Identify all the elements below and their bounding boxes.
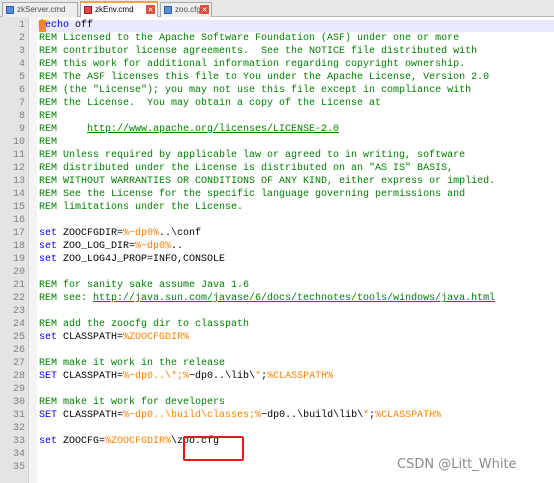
close-icon[interactable]: × [200,5,209,14]
line-number: 6 [18,85,25,96]
line-number: 35 [12,462,25,473]
code-line: REM The ASF licenses this file to You un… [39,72,490,83]
tab-label: zkEnv.cmd [95,5,134,14]
code-line: set ZOO_LOG_DIR=%~dp0%.. [39,241,184,252]
line-number: 18 [12,241,25,252]
line-number: 22 [12,293,25,304]
tab-zkenv[interactable]: zkEnv.cmd × [80,1,158,17]
code-line: REM the License. You may obtain a copy o… [39,98,382,109]
line-number: 1 [18,20,25,31]
line-number: 3 [18,46,25,57]
file-icon [164,6,172,14]
line-number: 31 [12,410,25,421]
line-number: 15 [12,202,25,213]
code-line: REM this work for additional information… [39,59,466,70]
line-number: 4 [18,59,25,70]
file-icon [6,6,14,14]
code-line: SET CLASSPATH=%~dp0..\build\classes;%~dp… [39,410,442,421]
line-number: 26 [12,345,25,356]
line-number: 25 [12,332,25,343]
watermark: CSDN @Litt_White [397,457,517,472]
tab-label: zoo.cfg [175,5,201,14]
code-line: REM make it work for developers [39,397,226,408]
code-line: REM WITHOUT WARRANTIES OR CONDITIONS OF … [39,176,496,187]
line-number: 2 [18,33,25,44]
file-icon [84,6,92,14]
code-line: set CLASSPATH=%ZOOCFGDIR% [39,332,190,343]
code-line: REM See the License for the specific lan… [39,189,466,200]
tab-bar: zkServer.cmd zkEnv.cmd × zoo.cfg × [0,0,554,17]
code-line: REM Unless required by applicable law or… [39,150,466,161]
fold-margin [29,17,37,483]
line-number: 27 [12,358,25,369]
line-number: 30 [12,397,25,408]
line-number: 32 [12,423,25,434]
tab-zkserver[interactable]: zkServer.cmd [2,2,78,17]
line-number-gutter: 1 2 3 4 5 6 7 8 9 10 11 12 13 14 15 16 1… [0,17,29,483]
line-number: 19 [12,254,25,265]
code-line: REM http://www.apache.org/licenses/LICEN… [39,124,340,135]
code-line: REM add the zoocfg dir to classpath [39,319,250,330]
line-number: 29 [12,384,25,395]
code-line: REM contributor license agreements. See … [39,46,478,57]
code-line: REM distributed under the License is dis… [39,163,454,174]
code-line: @echo off [39,20,94,31]
code-line: REM make it work in the release [39,358,226,369]
current-line-highlight [37,20,554,32]
line-number: 13 [12,176,25,187]
code-line: REM for sanity sake assume Java 1.6 [39,280,250,291]
line-number: 7 [18,98,25,109]
tab-zoocfg[interactable]: zoo.cfg × [160,2,212,17]
code-line: REM see: http://java.sun.com/javase/6/do… [39,293,496,304]
code-line: REM [39,111,58,122]
line-number: 34 [12,449,25,460]
line-number: 11 [12,150,25,161]
code-line: REM limitations under the License. [39,202,244,213]
code-line: REM (the "License"); you may not use thi… [39,85,472,96]
line-number: 8 [18,111,25,122]
line-number: 21 [12,280,25,291]
line-number: 20 [12,267,25,278]
text-cursor [39,20,46,32]
line-number: 23 [12,306,25,317]
code-line: REM Licensed to the Apache Software Foun… [39,33,460,44]
line-number: 10 [12,137,25,148]
close-icon[interactable]: × [146,5,155,14]
line-number: 33 [12,436,25,447]
line-number: 17 [12,228,25,239]
line-number: 24 [12,319,25,330]
tab-label: zkServer.cmd [17,5,66,14]
code-line: SET CLASSPATH=%~dp0..\*;%~dp0..\lib\*;%C… [39,371,334,382]
code-line: REM [39,137,58,148]
line-number: 12 [12,163,25,174]
highlight-box [183,436,244,461]
line-number: 28 [12,371,25,382]
line-number: 14 [12,189,25,200]
code-line: set ZOO_LOG4J_PROP=INFO,CONSOLE [39,254,226,265]
line-number: 16 [12,215,25,226]
line-number: 9 [18,124,25,135]
code-line: set ZOOCFGDIR=%~dp0%..\conf [39,228,202,239]
line-number: 5 [18,72,25,83]
